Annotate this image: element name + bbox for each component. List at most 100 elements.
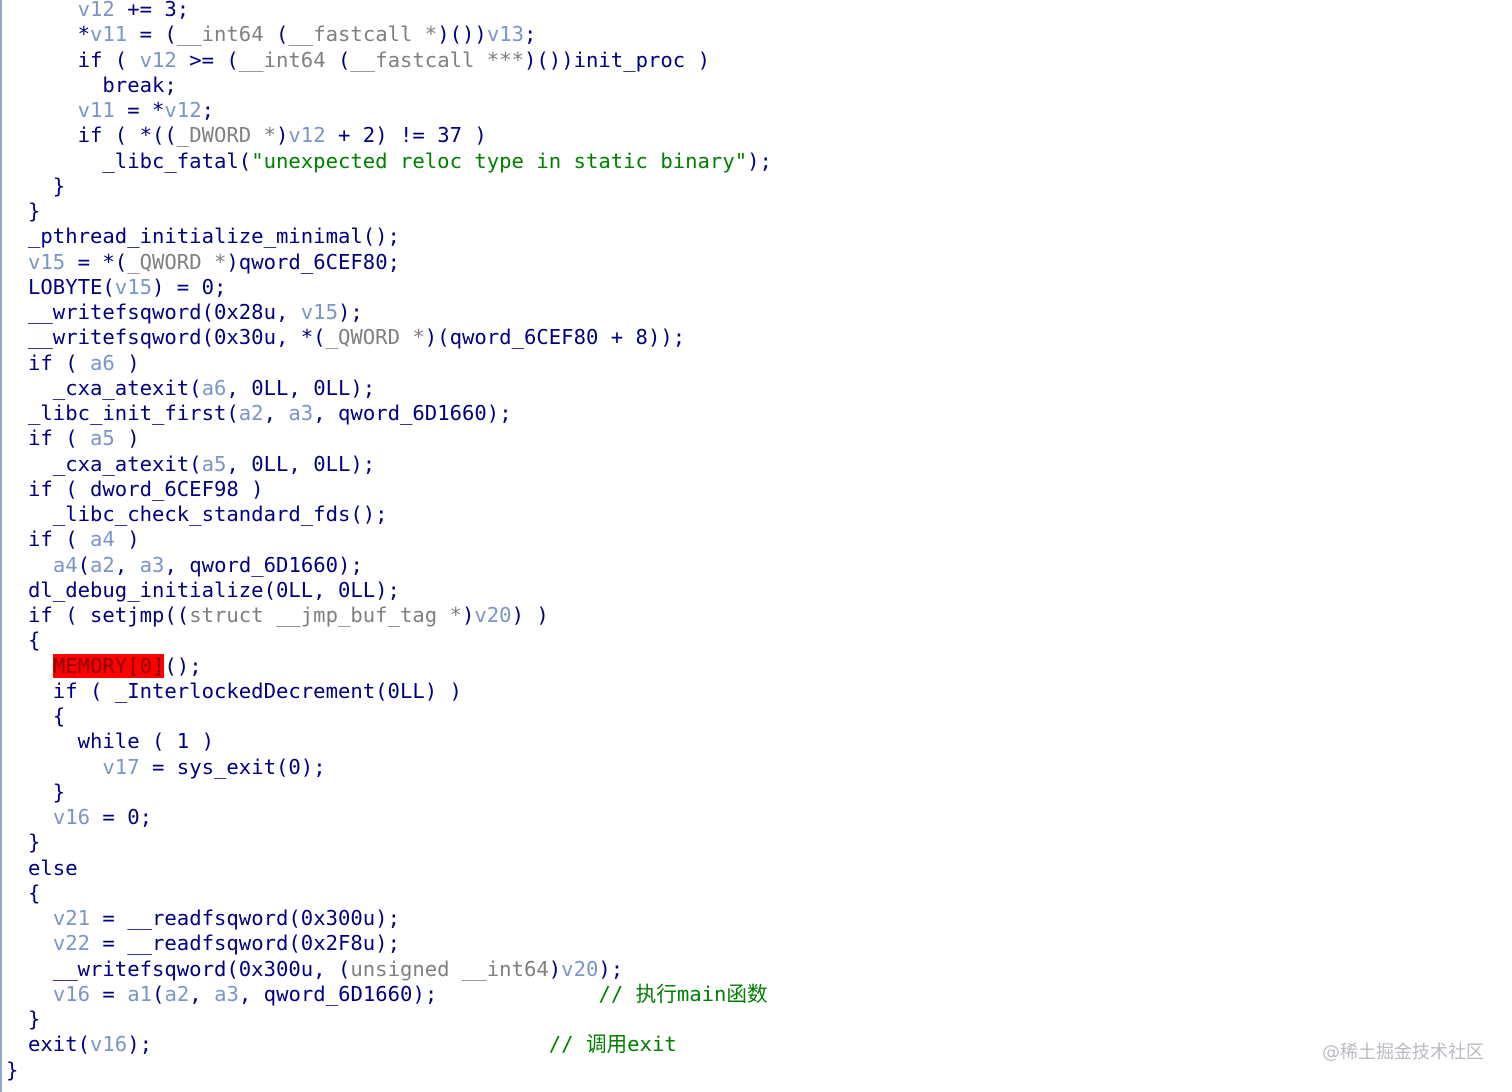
code-token: a4 bbox=[90, 527, 115, 552]
code-token: if ( *(( bbox=[28, 123, 177, 148]
code-line[interactable]: while ( 1 ) bbox=[28, 729, 772, 754]
code-line[interactable]: __writefsqword(0x28u, v15); bbox=[28, 300, 772, 325]
code-token: v16 bbox=[52, 981, 91, 1006]
code-token: (); bbox=[164, 653, 202, 678]
code-token: _cxa_atexit( bbox=[28, 451, 202, 476]
code-token: = __readfsqword(0x2F8u); bbox=[90, 931, 400, 956]
code-line[interactable]: if ( *((_DWORD *)v12 + 2) != 37 ) bbox=[28, 123, 772, 148]
code-comment: // 调用exit bbox=[548, 1032, 677, 1057]
code-line[interactable]: } bbox=[28, 830, 772, 855]
code-token: a3 bbox=[214, 981, 239, 1006]
code-line[interactable]: v16 = 0; bbox=[28, 805, 772, 830]
code-line[interactable]: _libc_check_standard_fds(); bbox=[28, 502, 772, 527]
code-token: __int64 bbox=[238, 47, 338, 72]
code-token: = 0; bbox=[90, 805, 153, 829]
code-token: ) bbox=[114, 350, 140, 375]
code-token: a2 bbox=[90, 552, 115, 577]
code-line[interactable]: __writefsqword(0x30u, *(_QWORD *)(qword_… bbox=[28, 325, 772, 350]
code-line[interactable]: MEMORY[0](); bbox=[28, 653, 772, 679]
code-line[interactable]: if ( a6 ) bbox=[28, 351, 772, 376]
code-line[interactable]: a4(a2, a3, qword_6D1660); bbox=[28, 553, 772, 578]
code-token: if ( setjmp(( bbox=[28, 603, 190, 627]
code-line[interactable]: break; bbox=[28, 73, 772, 98]
code-token: { bbox=[28, 704, 66, 728]
code-line[interactable]: exit(v16); // 调用exit bbox=[28, 1032, 772, 1057]
code-token: } bbox=[28, 779, 66, 804]
code-token: = __readfsqword(0x300u); bbox=[90, 906, 400, 930]
code-line[interactable]: if ( setjmp((struct __jmp_buf_tag *)v20)… bbox=[28, 603, 772, 628]
code-line[interactable]: v22 = __readfsqword(0x2F8u); bbox=[28, 931, 772, 956]
watermark: @稀土掘金技术社区 bbox=[1322, 1042, 1484, 1063]
code-token: , 0LL, 0LL); bbox=[226, 375, 376, 400]
code-token: a3 bbox=[139, 552, 165, 577]
code-token: if ( _InterlockedDecrement(0LL) ) bbox=[28, 678, 462, 703]
code-line[interactable]: { bbox=[28, 881, 772, 906]
code-line[interactable]: if ( v12 >= (__int64 (__fastcall ***)())… bbox=[28, 48, 772, 73]
code-token: v15 bbox=[28, 249, 66, 274]
code-line[interactable]: } bbox=[28, 1007, 772, 1032]
code-token: dl_debug_initialize(0LL, 0LL); bbox=[28, 577, 400, 602]
code-token: { bbox=[28, 880, 41, 905]
code-line[interactable]: _pthread_initialize_minimal(); bbox=[28, 224, 772, 249]
code-line[interactable]: _libc_fatal("unexpected reloc type in st… bbox=[28, 149, 772, 174]
code-token: )(qword_6CEF80 + 8)); bbox=[424, 325, 686, 350]
code-token: a3 bbox=[288, 401, 314, 425]
code-line[interactable]: v15 = *(_QWORD *)qword_6CEF80; bbox=[28, 250, 772, 275]
code-line[interactable]: v16 = a1(a2, a3, qword_6D1660); // 执行mai… bbox=[28, 982, 772, 1007]
code-line[interactable]: v17 = sys_exit(0); bbox=[28, 755, 772, 780]
code-block[interactable]: v12 += 3; *v11 = (__int64 (__fastcall *)… bbox=[6, 0, 772, 1083]
code-line[interactable]: *v11 = (__int64 (__fastcall *)())v13; bbox=[28, 22, 772, 47]
code-token: v12 bbox=[77, 0, 115, 21]
highlighted-token: MEMORY[0] bbox=[52, 653, 165, 678]
code-line[interactable]: { bbox=[28, 628, 772, 653]
code-token: _DWORD * bbox=[176, 123, 276, 148]
code-token: v11 bbox=[90, 22, 128, 47]
code-line[interactable]: } bbox=[28, 780, 772, 805]
code-token: v13 bbox=[486, 22, 525, 47]
code-token: } bbox=[28, 1007, 41, 1031]
code-token: unsigned __int64 bbox=[350, 956, 549, 981]
code-line[interactable]: if ( a5 ) bbox=[28, 426, 772, 451]
code-token: ) bbox=[114, 527, 140, 552]
code-token: a6 bbox=[201, 375, 227, 400]
code-token: __fastcall *** bbox=[350, 47, 524, 72]
code-line[interactable]: v11 = *v12; bbox=[28, 98, 772, 123]
code-token: = bbox=[90, 981, 128, 1006]
code-token: v20 bbox=[474, 603, 512, 627]
code-line[interactable]: else bbox=[28, 856, 772, 881]
code-line[interactable]: _libc_init_first(a2, a3, qword_6D1660); bbox=[28, 401, 772, 426]
code-line[interactable]: __writefsqword(0x300u, (unsigned __int64… bbox=[28, 957, 772, 982]
code-token: a5 bbox=[201, 451, 227, 476]
code-token: } bbox=[28, 199, 41, 223]
code-token: , qword_6D1660); bbox=[164, 552, 363, 577]
code-token: if ( dword_6CEF98 ) bbox=[28, 476, 264, 501]
code-token: = *( bbox=[65, 249, 128, 274]
code-line[interactable]: } bbox=[28, 174, 772, 199]
code-token: v15 bbox=[114, 274, 152, 299]
code-line[interactable]: if ( a4 ) bbox=[28, 527, 772, 552]
code-token: ) bbox=[276, 123, 289, 148]
code-token: break; bbox=[28, 72, 177, 97]
code-token: a2 bbox=[164, 981, 190, 1006]
code-line[interactable]: dl_debug_initialize(0LL, 0LL); bbox=[28, 578, 772, 603]
code-line[interactable]: } bbox=[6, 1058, 772, 1083]
code-line[interactable]: { bbox=[28, 704, 772, 729]
code-token: ( bbox=[338, 47, 351, 72]
code-line[interactable]: if ( _InterlockedDecrement(0LL) ) bbox=[28, 679, 772, 704]
code-line[interactable]: } bbox=[28, 199, 772, 224]
code-line[interactable]: v12 += 3; bbox=[28, 0, 772, 22]
code-token: v22 bbox=[52, 931, 91, 956]
code-line[interactable]: if ( dword_6CEF98 ) bbox=[28, 477, 772, 502]
code-token: "unexpected reloc type in static binary" bbox=[251, 148, 748, 173]
code-line[interactable]: v21 = __readfsqword(0x300u); bbox=[28, 906, 772, 931]
code-token: __writefsqword(0x300u, ( bbox=[28, 956, 351, 981]
code-line[interactable]: _cxa_atexit(a6, 0LL, 0LL); bbox=[28, 376, 772, 401]
code-token: v15 bbox=[300, 300, 338, 324]
pseudocode-viewer[interactable]: v12 += 3; *v11 = (__int64 (__fastcall *)… bbox=[0, 0, 1512, 1092]
code-line[interactable]: LOBYTE(v15) = 0; bbox=[28, 275, 772, 300]
code-comment: // 执行main函数 bbox=[598, 981, 768, 1006]
code-line[interactable]: _cxa_atexit(a5, 0LL, 0LL); bbox=[28, 452, 772, 477]
